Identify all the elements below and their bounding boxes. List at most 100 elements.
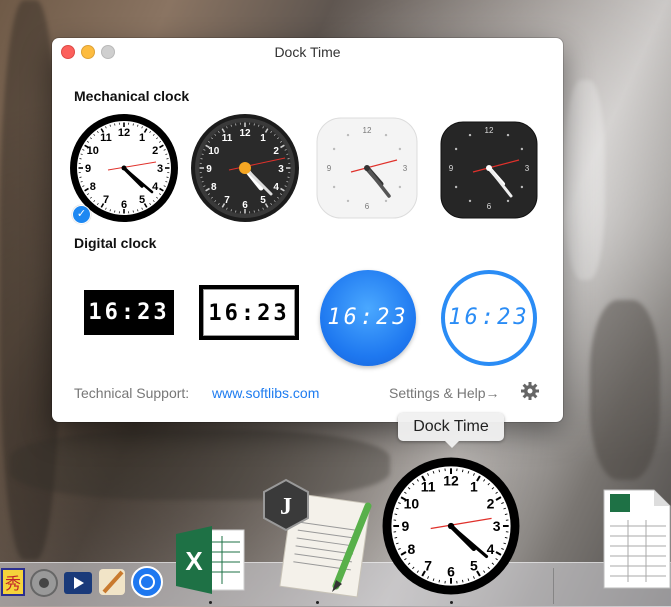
- clock-number: 12: [239, 128, 251, 139]
- excel-icon: X: [172, 522, 248, 598]
- clock-tick: [395, 537, 398, 538]
- app-icon-compass[interactable]: [130, 565, 164, 599]
- clock-tick: [80, 159, 82, 160]
- clock-number: 6: [487, 202, 492, 211]
- clock-number: 12: [485, 126, 494, 135]
- selected-check-icon: ✓: [72, 205, 91, 224]
- clock-tick: [469, 200, 471, 202]
- excel-letter: X: [185, 546, 203, 576]
- digital-clock-outline-circle-option[interactable]: 16:23: [441, 270, 537, 366]
- clock-number: 8: [211, 182, 217, 193]
- clock-number: 3: [403, 164, 408, 173]
- clock-number: 6: [447, 564, 455, 580]
- support-website-link[interactable]: www.softlibs.com: [212, 385, 319, 401]
- clock-tick: [236, 211, 237, 213]
- clock-tick: [288, 177, 290, 178]
- clock-tick: [133, 124, 134, 126]
- clock-number: 1: [139, 132, 145, 144]
- clock-tick: [347, 200, 349, 202]
- clock-number: 3: [525, 164, 530, 173]
- clock-number: 10: [208, 146, 220, 157]
- clock-number: 11: [100, 132, 112, 144]
- kanji-app-icon: 秀: [0, 567, 26, 597]
- app-icon-drawing[interactable]: [96, 566, 128, 598]
- mechanical-clock-dark-option[interactable]: 121234567891011: [189, 112, 301, 224]
- settings-help-link[interactable]: Settings & Help→: [389, 385, 500, 401]
- clock-tick: [399, 186, 401, 188]
- clock-number: 7: [103, 194, 109, 206]
- running-indicator: [316, 601, 319, 604]
- clock-number: 10: [404, 495, 420, 511]
- clock-number: 9: [206, 164, 212, 175]
- mechanical-clock-white-option[interactable]: 12 3 6 9: [311, 112, 423, 224]
- mechanical-clock-black-option[interactable]: 12369: [433, 112, 545, 224]
- clock-tick: [439, 580, 440, 583]
- digital-clock-heading: Digital clock: [74, 235, 156, 251]
- app-icon-excel[interactable]: X: [172, 522, 248, 598]
- clock-number: 3: [278, 164, 284, 175]
- clock-tick: [254, 124, 255, 126]
- clock-tick: [347, 134, 349, 136]
- clock-tick: [395, 514, 398, 515]
- play-icon: [62, 568, 94, 598]
- svg-text:秀: 秀: [5, 574, 21, 593]
- clock-tick: [385, 134, 387, 136]
- app-icon-kanji[interactable]: 秀: [0, 567, 26, 597]
- clock-number: 8: [408, 541, 416, 557]
- clock-tick: [455, 186, 457, 188]
- clock-number: 3: [493, 518, 501, 534]
- clock-number: 1: [470, 479, 478, 495]
- clock-number: 9: [85, 163, 91, 175]
- clock-number: 11: [222, 133, 233, 144]
- app-icon-dock-time[interactable]: 121234567891011: [380, 455, 522, 597]
- clock-number: 6: [242, 200, 248, 211]
- clock-tick: [462, 580, 463, 583]
- drawing-app-icon: [96, 566, 128, 598]
- dark-clock-icon: 121234567891011: [189, 112, 301, 224]
- clock-tick: [455, 148, 457, 150]
- clock-tick: [236, 124, 237, 126]
- clock-number: 8: [90, 181, 96, 193]
- digital-clock-framed-option[interactable]: 16:23: [199, 285, 299, 340]
- clock-tick: [115, 211, 116, 213]
- black-squircle-clock-icon: 12369: [433, 112, 545, 224]
- clock-number: 12: [363, 126, 372, 135]
- aperture-icon: [28, 567, 60, 599]
- app-icon-script-editor[interactable]: J: [256, 476, 378, 598]
- clock-tick: [469, 134, 471, 136]
- clock-number: 6: [365, 202, 370, 211]
- clock-number: 12: [118, 127, 130, 139]
- clock-number: 2: [487, 495, 495, 511]
- white-squircle-clock-icon: 12 3 6 9: [311, 112, 423, 224]
- clock-number: 4: [152, 181, 159, 193]
- digital-clock-black-option[interactable]: 16:23: [84, 290, 174, 335]
- clock-tick: [505, 514, 508, 515]
- clock-number: 5: [260, 195, 266, 206]
- app-icon-media[interactable]: [62, 568, 94, 598]
- clock-number: 5: [470, 558, 478, 574]
- clock-tick: [167, 177, 169, 178]
- clock-number: 7: [424, 558, 432, 574]
- clock-number: 2: [152, 145, 158, 157]
- clock-number: 11: [421, 479, 436, 495]
- script-editor-icon: J: [256, 476, 378, 598]
- digital-clock-blue-circle-option[interactable]: 16:23: [320, 270, 416, 366]
- clock-number: 6: [121, 199, 127, 211]
- app-icon-spreadsheet-document[interactable]: [600, 486, 671, 592]
- clock-number: 9: [327, 164, 332, 173]
- gear-icon[interactable]: [520, 381, 540, 401]
- clock-tick: [201, 177, 203, 178]
- dock-clock-icon: 121234567891011: [380, 455, 522, 597]
- clock-tick: [80, 177, 82, 178]
- app-icon-aperture[interactable]: [28, 567, 60, 599]
- clock-tick: [399, 148, 401, 150]
- digital-clock-framed-display: 16:23: [203, 289, 295, 336]
- clock-tick: [333, 186, 335, 188]
- clock-number: 12: [443, 472, 459, 488]
- clock-tick: [201, 159, 203, 160]
- clock-tick: [385, 200, 387, 202]
- running-indicator: [209, 601, 212, 604]
- clock-number: 7: [224, 195, 230, 206]
- clock-tick: [521, 186, 523, 188]
- clock-tick: [333, 148, 335, 150]
